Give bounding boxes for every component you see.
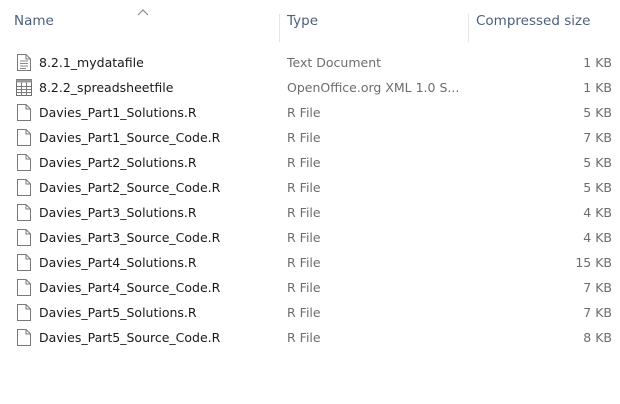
file-name-cell: Davies_Part1_Solutions.R — [16, 100, 276, 125]
file-row[interactable]: 8.2.2_spreadsheetfile OpenOffice.org XML … — [0, 75, 620, 100]
file-icon — [16, 204, 32, 222]
file-name: Davies_Part2_Solutions.R — [39, 155, 197, 170]
file-name-cell: 8.2.1_mydatafile — [16, 50, 276, 75]
file-name-cell: 8.2.2_spreadsheetfile — [16, 75, 276, 100]
file-compressed-size: 5 KB — [583, 105, 612, 120]
file-type: OpenOffice.org XML 1.0 S... — [287, 80, 460, 95]
file-compressed-size: 7 KB — [583, 130, 612, 145]
file-name-cell: Davies_Part5_Solutions.R — [16, 300, 276, 325]
column-divider[interactable] — [468, 14, 469, 42]
file-row[interactable]: Davies_Part4_Solutions.R R File 15 KB — [0, 250, 620, 275]
file-name: Davies_Part5_Source_Code.R — [39, 330, 221, 345]
file-type: Text Document — [287, 55, 382, 70]
file-name: Davies_Part2_Source_Code.R — [39, 180, 221, 195]
column-divider[interactable] — [279, 14, 280, 42]
file-name: Davies_Part1_Solutions.R — [39, 105, 197, 120]
file-compressed-size: 1 KB — [583, 55, 612, 70]
file-list-pane: Name Type Compressed size 8.2.1_mydatafi… — [0, 0, 620, 404]
file-name: 8.2.2_spreadsheetfile — [39, 80, 174, 95]
column-header-name[interactable]: Name — [14, 0, 276, 42]
file-name: 8.2.1_mydatafile — [39, 55, 144, 70]
file-icon — [16, 104, 32, 122]
file-row[interactable]: Davies_Part5_Solutions.R R File 7 KB — [0, 300, 620, 325]
file-row[interactable]: Davies_Part2_Source_Code.R R File 5 KB — [0, 175, 620, 200]
file-type: R File — [287, 155, 321, 170]
file-name: Davies_Part1_Source_Code.R — [39, 130, 221, 145]
file-type: R File — [287, 205, 321, 220]
file-name: Davies_Part3_Solutions.R — [39, 205, 197, 220]
file-name-cell: Davies_Part2_Source_Code.R — [16, 175, 276, 200]
file-type: R File — [287, 280, 321, 295]
file-row[interactable]: Davies_Part1_Source_Code.R R File 7 KB — [0, 125, 620, 150]
file-type: R File — [287, 130, 321, 145]
file-row[interactable]: Davies_Part5_Source_Code.R R File 8 KB — [0, 325, 620, 350]
file-name-cell: Davies_Part1_Source_Code.R — [16, 125, 276, 150]
file-row[interactable]: Davies_Part3_Source_Code.R R File 4 KB — [0, 225, 620, 250]
file-icon — [16, 129, 32, 147]
file-name-cell: Davies_Part2_Solutions.R — [16, 150, 276, 175]
file-icon — [16, 279, 32, 297]
file-icon — [16, 179, 32, 197]
file-type: R File — [287, 105, 321, 120]
file-compressed-size: 15 KB — [575, 255, 612, 270]
file-name: Davies_Part4_Source_Code.R — [39, 280, 221, 295]
file-compressed-size: 1 KB — [583, 80, 612, 95]
column-header-compressed-size[interactable]: Compressed size — [476, 0, 616, 42]
file-type: R File — [287, 255, 321, 270]
file-type: R File — [287, 330, 321, 345]
file-name-cell: Davies_Part4_Solutions.R — [16, 250, 276, 275]
file-name-cell: Davies_Part3_Solutions.R — [16, 200, 276, 225]
file-row[interactable]: Davies_Part4_Source_Code.R R File 7 KB — [0, 275, 620, 300]
file-icon — [16, 229, 32, 247]
file-icon — [16, 304, 32, 322]
file-name-cell: Davies_Part3_Source_Code.R — [16, 225, 276, 250]
file-icon — [16, 154, 32, 172]
file-compressed-size: 4 KB — [583, 230, 612, 245]
file-compressed-size: 4 KB — [583, 205, 612, 220]
file-compressed-size: 8 KB — [583, 330, 612, 345]
file-name: Davies_Part3_Source_Code.R — [39, 230, 221, 245]
sort-ascending-icon — [137, 9, 149, 16]
file-name-cell: Davies_Part4_Source_Code.R — [16, 275, 276, 300]
column-header-bar: Name Type Compressed size — [0, 0, 620, 42]
file-name-cell: Davies_Part5_Source_Code.R — [16, 325, 276, 350]
file-row[interactable]: Davies_Part2_Solutions.R R File 5 KB — [0, 150, 620, 175]
text-document-icon — [16, 54, 32, 72]
file-row[interactable]: Davies_Part1_Solutions.R R File 5 KB — [0, 100, 620, 125]
file-name: Davies_Part5_Solutions.R — [39, 305, 197, 320]
file-type: R File — [287, 180, 321, 195]
file-row[interactable]: Davies_Part3_Solutions.R R File 4 KB — [0, 200, 620, 225]
file-name: Davies_Part4_Solutions.R — [39, 255, 197, 270]
file-compressed-size: 5 KB — [583, 180, 612, 195]
file-icon — [16, 329, 32, 347]
file-type: R File — [287, 230, 321, 245]
file-compressed-size: 7 KB — [583, 280, 612, 295]
file-compressed-size: 7 KB — [583, 305, 612, 320]
column-header-type[interactable]: Type — [287, 0, 467, 42]
file-type: R File — [287, 305, 321, 320]
spreadsheet-icon — [16, 79, 32, 97]
file-row[interactable]: 8.2.1_mydatafile Text Document 1 KB — [0, 50, 620, 75]
file-rows: 8.2.1_mydatafile Text Document 1 KB 8.2.2_s… — [0, 50, 620, 350]
file-compressed-size: 5 KB — [583, 155, 612, 170]
file-icon — [16, 254, 32, 272]
